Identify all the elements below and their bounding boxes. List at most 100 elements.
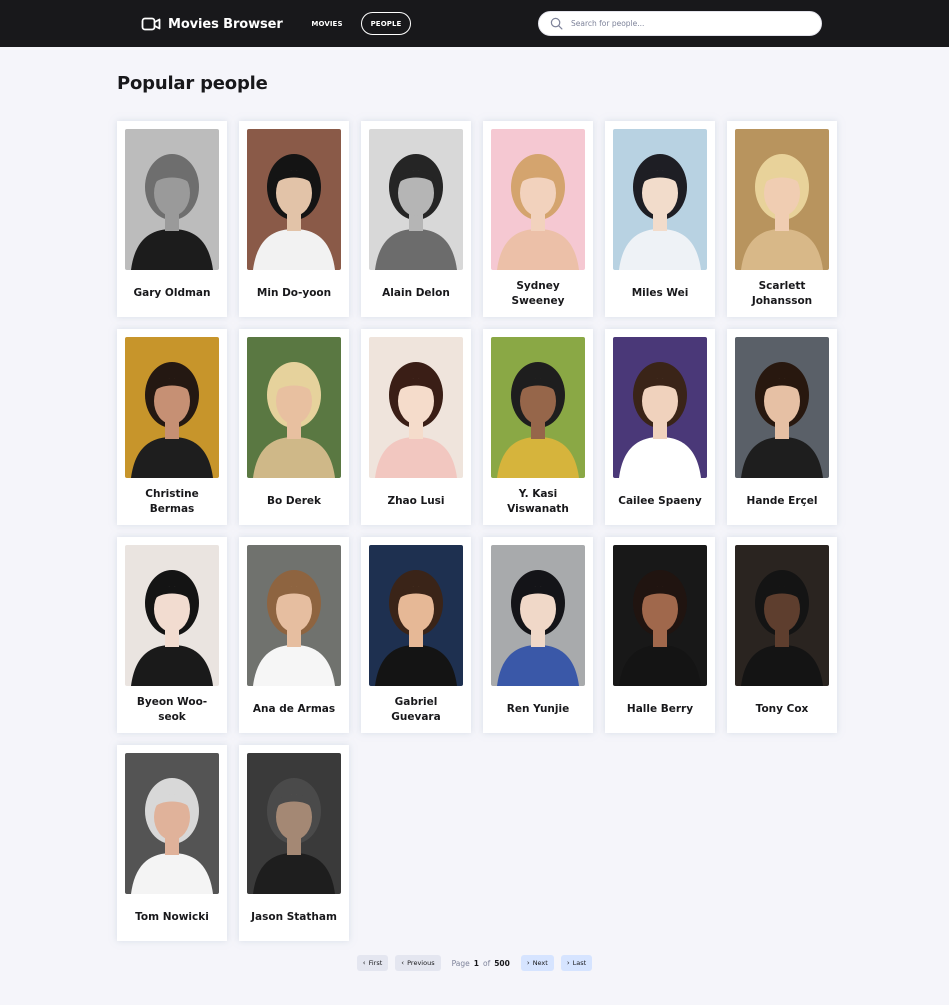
person-card[interactable]: Tom Nowicki: [117, 745, 227, 941]
people-grid: Gary Oldman Min Do-yoon Alain Delon Sydney …: [117, 121, 837, 941]
nav-movies-link[interactable]: MOVIES: [308, 12, 346, 35]
person-card[interactable]: Alain Delon: [361, 121, 471, 317]
search-input[interactable]: [571, 19, 811, 28]
person-card[interactable]: Tony Cox: [727, 537, 837, 733]
person-portrait-icon: [613, 545, 707, 686]
person-card[interactable]: Bo Derek: [239, 329, 349, 525]
top-navigation-bar: Movies Browser MOVIES PEOPLE: [0, 0, 949, 47]
person-photo: [613, 545, 707, 686]
person-card[interactable]: Y. Kasi Viswanath: [483, 329, 593, 525]
chevron-left-icon: ‹: [362, 958, 366, 967]
person-portrait-icon: [613, 129, 707, 270]
person-portrait-icon: [491, 545, 585, 686]
person-photo: [369, 337, 463, 478]
page-title: Popular people: [117, 73, 268, 94]
person-card[interactable]: Jason Statham: [239, 745, 349, 941]
search-bar[interactable]: [538, 11, 822, 36]
person-photo: [247, 129, 341, 270]
person-card[interactable]: Ana de Armas: [239, 537, 349, 733]
person-photo: [125, 337, 219, 478]
person-card[interactable]: Ren Yunjie: [483, 537, 593, 733]
person-photo: [491, 337, 585, 478]
video-camera-icon: [141, 17, 161, 31]
chevron-right-icon: ›: [566, 958, 570, 967]
person-photo: [491, 129, 585, 270]
person-name: Gabriel Guevara: [391, 695, 441, 723]
person-portrait-icon: [125, 545, 219, 686]
person-card[interactable]: Scarlett Johansson: [727, 121, 837, 317]
person-portrait-icon: [125, 129, 219, 270]
person-photo: [247, 753, 341, 894]
person-card[interactable]: Gabriel Guevara: [361, 537, 471, 733]
person-portrait-icon: [247, 753, 341, 894]
next-page-label: Next: [532, 959, 548, 967]
app-logo[interactable]: Movies Browser: [141, 13, 283, 35]
person-portrait-icon: [491, 129, 585, 270]
person-portrait-icon: [247, 337, 341, 478]
person-name: Cailee Spaeny: [618, 495, 702, 507]
person-photo: [735, 545, 829, 686]
of-label: of: [482, 958, 491, 968]
person-name: Halle Berry: [626, 703, 694, 715]
search-icon: [550, 17, 563, 30]
person-photo: [125, 129, 219, 270]
nav-people-link[interactable]: PEOPLE: [361, 12, 411, 35]
person-card[interactable]: Zhao Lusi: [361, 329, 471, 525]
person-card[interactable]: Halle Berry: [605, 537, 715, 733]
person-name: Min Do-yoon: [256, 287, 332, 299]
person-name: Zhao Lusi: [387, 495, 445, 507]
person-name: Hande Erçel: [746, 495, 818, 507]
person-card[interactable]: Gary Oldman: [117, 121, 227, 317]
person-name: Tony Cox: [755, 703, 809, 715]
person-portrait-icon: [125, 753, 219, 894]
person-name: Ren Yunjie: [506, 703, 570, 715]
person-card[interactable]: Miles Wei: [605, 121, 715, 317]
last-page-label: Last: [572, 959, 587, 967]
person-name: Miles Wei: [631, 287, 689, 299]
person-portrait-icon: [369, 337, 463, 478]
person-portrait-icon: [247, 129, 341, 270]
person-name: Bo Derek: [267, 495, 321, 507]
person-photo: [125, 545, 219, 686]
person-name: Tom Nowicki: [135, 911, 209, 923]
person-card[interactable]: Hande Erçel: [727, 329, 837, 525]
pagination: ‹ First ‹ Previous Page 1 of 500 › Next …: [0, 955, 949, 971]
person-photo: [491, 545, 585, 686]
person-portrait-icon: [369, 545, 463, 686]
person-portrait-icon: [247, 545, 341, 686]
person-name: Gary Oldman: [133, 287, 211, 299]
person-name: Alain Delon: [382, 287, 450, 299]
person-photo: [613, 129, 707, 270]
person-portrait-icon: [125, 337, 219, 478]
previous-page-label: Previous: [407, 959, 435, 967]
person-name: Byeon Woo-seok: [136, 695, 208, 723]
current-page: 1: [473, 958, 479, 968]
first-page-label: First: [368, 959, 383, 967]
person-card[interactable]: Min Do-yoon: [239, 121, 349, 317]
person-name: Christine Bermas: [145, 487, 199, 515]
person-portrait-icon: [491, 337, 585, 478]
person-card[interactable]: Christine Bermas: [117, 329, 227, 525]
person-portrait-icon: [735, 337, 829, 478]
person-photo: [613, 337, 707, 478]
person-name: Y. Kasi Viswanath: [507, 487, 569, 515]
last-page-button[interactable]: › Last: [560, 955, 593, 971]
person-name: Scarlett Johansson: [751, 279, 813, 307]
person-name: Ana de Armas: [252, 703, 336, 715]
previous-page-button[interactable]: ‹ Previous: [395, 955, 441, 971]
person-name: Sydney Sweeney: [511, 279, 565, 307]
next-page-button[interactable]: › Next: [520, 955, 554, 971]
person-name: Jason Statham: [251, 911, 337, 923]
person-photo: [247, 337, 341, 478]
person-portrait-icon: [613, 337, 707, 478]
person-card[interactable]: Cailee Spaeny: [605, 329, 715, 525]
person-photo: [125, 753, 219, 894]
person-portrait-icon: [735, 545, 829, 686]
page-label: Page: [451, 958, 470, 968]
chevron-right-icon: ›: [526, 958, 530, 967]
first-page-button[interactable]: ‹ First: [356, 955, 389, 971]
person-photo: [369, 129, 463, 270]
person-card[interactable]: Sydney Sweeney: [483, 121, 593, 317]
person-photo: [247, 545, 341, 686]
person-card[interactable]: Byeon Woo-seok: [117, 537, 227, 733]
